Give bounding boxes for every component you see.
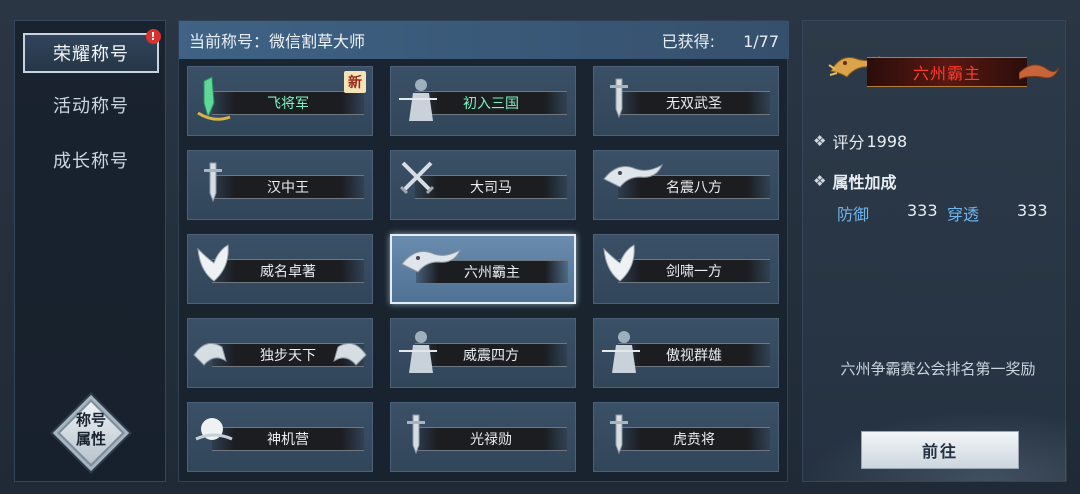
current-title-label: 当前称号： — [189, 32, 270, 51]
go-button[interactable]: 前往 — [861, 431, 1019, 469]
tab-honor-titles-label: 荣耀称号 — [53, 44, 129, 65]
title-card[interactable]: 大司马 — [390, 150, 576, 220]
attr-header-line: ❖ 属性加成 — [813, 169, 896, 193]
attr-defense-value: 333 — [907, 201, 938, 220]
title-card-label: 汉中王 — [267, 180, 309, 196]
diamond-bullet-icon: ❖ — [813, 132, 827, 150]
title-card-label: 独步天下 — [260, 348, 316, 364]
title-header-bar: 当前称号：微信割草大师 已获得: 1/77 — [179, 21, 789, 59]
title-card[interactable]: 虎贲将 — [593, 402, 779, 472]
title-card-label: 无双武圣 — [666, 96, 722, 112]
title-card[interactable]: 飞将军 新 — [187, 66, 373, 136]
score-label: 评分 — [832, 133, 865, 152]
title-card-label: 名震八方 — [666, 180, 722, 196]
title-card-label: 虎贲将 — [673, 432, 715, 448]
current-title: 当前称号：微信割草大师 — [189, 28, 365, 52]
new-tag: 新 — [344, 71, 366, 93]
title-card[interactable]: 神机营 — [187, 402, 373, 472]
title-card[interactable]: 傲视群雄 — [593, 318, 779, 388]
current-title-value: 微信割草大师 — [269, 32, 366, 51]
title-card-label: 剑啸一方 — [666, 264, 722, 280]
attr-button-line1: 称号 — [75, 411, 106, 429]
notification-badge: ! — [146, 29, 161, 44]
attr-header: 属性加成 — [832, 173, 897, 192]
dragon-tail-icon — [1019, 64, 1059, 80]
tab-growth-titles[interactable]: 成长称号 — [23, 140, 159, 180]
score-line: ❖ 评分 1998 — [813, 129, 907, 153]
obtained-count: 1/77 — [743, 32, 779, 51]
title-category-sidebar: 荣耀称号 ! 活动称号 成长称号 称号 属性 — [14, 20, 166, 482]
obtained-label: 已获得: — [661, 32, 716, 51]
title-description: 六州争霸赛公会排名第一奖励 — [840, 360, 1036, 378]
title-card[interactable]: 汉中王 — [187, 150, 373, 220]
title-card[interactable]: 光禄勋 — [390, 402, 576, 472]
diamond-bullet-icon: ❖ — [813, 172, 827, 190]
tab-event-titles[interactable]: 活动称号 — [23, 85, 159, 125]
title-card-label: 大司马 — [470, 180, 512, 196]
title-card-label: 威名卓著 — [260, 264, 316, 280]
title-card-label: 飞将军 — [267, 96, 309, 112]
attr-defense-label: 防御 — [837, 205, 870, 224]
attr-pierce-value: 333 — [1017, 201, 1048, 220]
title-card[interactable]: 无双武圣 — [593, 66, 779, 136]
selected-title-name: 六州霸主 — [912, 64, 981, 83]
title-card[interactable]: 威震四方 — [390, 318, 576, 388]
title-card-label: 神机营 — [267, 432, 309, 448]
attr-button-line2: 属性 — [75, 430, 106, 448]
title-attributes-button[interactable]: 称号 属性 — [55, 397, 127, 469]
title-grid-panel: 当前称号：微信割草大师 已获得: 1/77 飞将军 新初入三国 无双武圣 汉中王 大司马 名… — [178, 20, 789, 482]
selected-title-plate: 六州霸主 — [828, 55, 1059, 89]
title-card[interactable]: 六州霸主 — [390, 234, 576, 304]
obtained-counter: 已获得: 1/77 — [662, 28, 779, 52]
title-card-label: 初入三国 — [463, 96, 519, 112]
title-card[interactable]: 名震八方 — [593, 150, 779, 220]
tab-honor-titles[interactable]: 荣耀称号 ! — [23, 29, 161, 73]
title-card[interactable]: 独步天下 — [187, 318, 373, 388]
tab-growth-titles-label: 成长称号 — [53, 151, 129, 172]
title-card[interactable]: 威名卓著 — [187, 234, 373, 304]
title-card[interactable]: 初入三国 — [390, 66, 576, 136]
title-card-label: 傲视群雄 — [666, 348, 722, 364]
title-detail-panel: 六州霸主 ❖ 评分 1998 ❖ 属性加成 防御 333 穿透 333 六州争霸… — [802, 20, 1067, 482]
title-card-label: 威震四方 — [463, 348, 519, 364]
title-card-label: 六州霸主 — [464, 265, 520, 281]
title-card[interactable]: 剑啸一方 — [593, 234, 779, 304]
title-card-label: 光禄勋 — [470, 432, 512, 448]
tab-event-titles-label: 活动称号 — [53, 96, 129, 117]
attr-pierce-label: 穿透 — [947, 205, 980, 224]
score-value: 1998 — [866, 131, 908, 151]
